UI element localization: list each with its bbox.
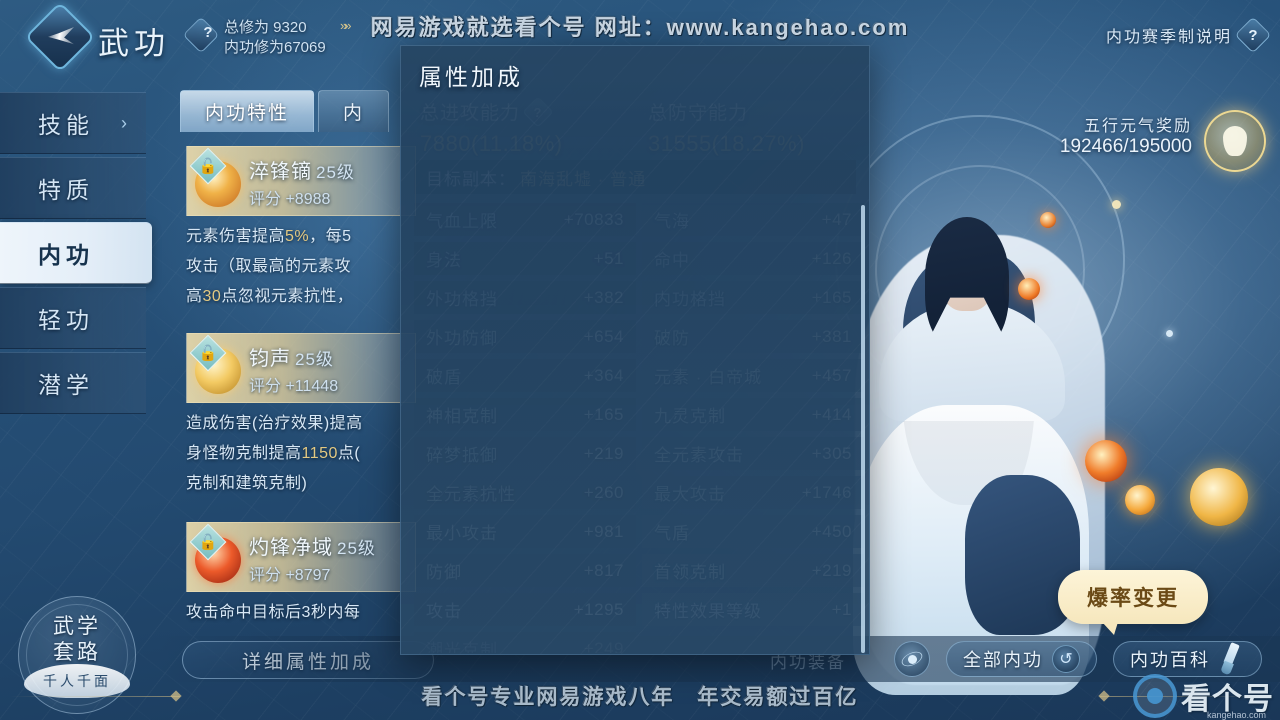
skill-level: 25级 [295,350,334,369]
sidebar-item-label: 潜学 [38,372,94,398]
refresh-icon[interactable]: ↺ [1052,645,1080,673]
season-help-icon[interactable]: ? [1234,16,1272,54]
skill-name: 灼锋净域 25级 [249,531,376,560]
skill-score: 评分 +11448 [249,378,339,395]
sidebar-item-skills[interactable]: 技能 › [0,92,146,154]
sidebar-item-traits[interactable]: 特质 [0,157,146,219]
chevron-right-icon: › [121,113,127,133]
five-element-reward[interactable]: 五行元气奖励 192466/195000 [1010,108,1270,184]
left-nav: 技能 › 特质 内功 轻功 潜学 [0,92,152,417]
all-neigong-button[interactable]: 全部内功 ↺ [946,641,1097,677]
skill-level: 25级 [316,163,355,182]
brush-icon [1219,643,1245,675]
neigong-encyclopedia-label: 内功百科 [1130,650,1210,670]
panel-title: 属性加成 [419,64,523,90]
skill-level: 25级 [337,539,376,558]
skill-name-text: 淬锋镝 [249,161,312,183]
list-item[interactable]: 🔓 钧声 25级 评分 +11448 造成伤害(治疗效果)提高 身怪物克制提高115… [186,333,416,499]
orbit-dot [907,654,917,664]
drop-rate-bubble-text: 爆率变更 [1087,587,1179,610]
skill-card-header: 🔓 钧声 25级 评分 +11448 [186,333,416,403]
sidebar-item-qinggong[interactable]: 轻功 [0,287,146,349]
reward-label: 五行元气奖励 [1083,118,1192,135]
tab-neigong-second[interactable]: 内 [318,90,390,132]
tab-neigong-traits[interactable]: 内功特性 [180,90,315,132]
orbit-icon[interactable] [894,641,930,677]
skill-card-header: 🔓 淬锋镝 25级 评分 +8988 [186,146,416,216]
meditation-figure-icon [1223,126,1247,156]
sidebar-item-label: 技能 [38,112,94,138]
season-note[interactable]: 内功赛季制说明 ? [1105,16,1272,54]
panel-scrollbar[interactable] [861,205,865,653]
cultivation-total-label: 总修为 9320 [224,19,307,36]
season-note-label: 内功赛季制说明 [1105,29,1232,46]
skill-score: 评分 +8988 [249,191,331,208]
skill-name-text: 钧声 [249,348,291,370]
double-chevron-icon: »» [340,18,352,33]
sidebar-item-label: 轻功 [38,307,94,333]
skill-card-header: 🔓 灼锋净域 25级 评分 +8797 [186,522,416,592]
cultivation-summary: ? 总修为 9320 内功修为67069 »» [182,14,388,62]
skill-description: 攻击命中目标后3秒内每 [186,604,361,621]
season-help-glyph: ? [1248,26,1258,44]
skill-name: 淬锋镝 25级 [249,155,355,184]
meditation-medal-icon[interactable] [1204,110,1266,172]
page-title: 武功 [98,26,170,61]
neigong-encyclopedia-button[interactable]: 内功百科 [1113,641,1262,677]
drop-rate-bubble[interactable]: 爆率变更 [1058,570,1208,635]
skill-name-text: 灼锋净域 [249,537,333,559]
skill-score: 评分 +8797 [249,567,331,584]
attribute-bonus-panel: 属性加成 [400,45,870,655]
sidebar-item-neigong[interactable]: 内功 [0,222,152,284]
skill-description: 元素伤害提高5%，每5 攻击（取最高的元素攻 高30点忽视元素抗性， [186,228,354,305]
skill-description: 造成伤害(治疗效果)提高 身怪物克制提高1150点(克制和建筑克制) [186,415,363,492]
skill-name: 钧声 25级 [249,342,334,371]
reward-value: 192466/195000 [1059,136,1192,157]
cultivation-help-glyph: ? [203,24,213,41]
sidebar-item-label: 内功 [38,242,94,268]
sidebar-item-qianxue[interactable]: 潜学 [0,352,146,414]
list-item[interactable]: 🔓 灼锋净域 25级 评分 +8797 攻击命中目标后3秒内每 [186,522,416,628]
sidebar-item-label: 特质 [38,177,94,203]
cultivation-inner-label: 内功修为67069 [224,39,326,56]
list-item[interactable]: 🔓 淬锋镝 25级 评分 +8988 元素伤害提高5%，每5 攻击（取最高的元素攻高… [186,146,416,312]
all-neigong-label: 全部内功 [963,650,1043,670]
